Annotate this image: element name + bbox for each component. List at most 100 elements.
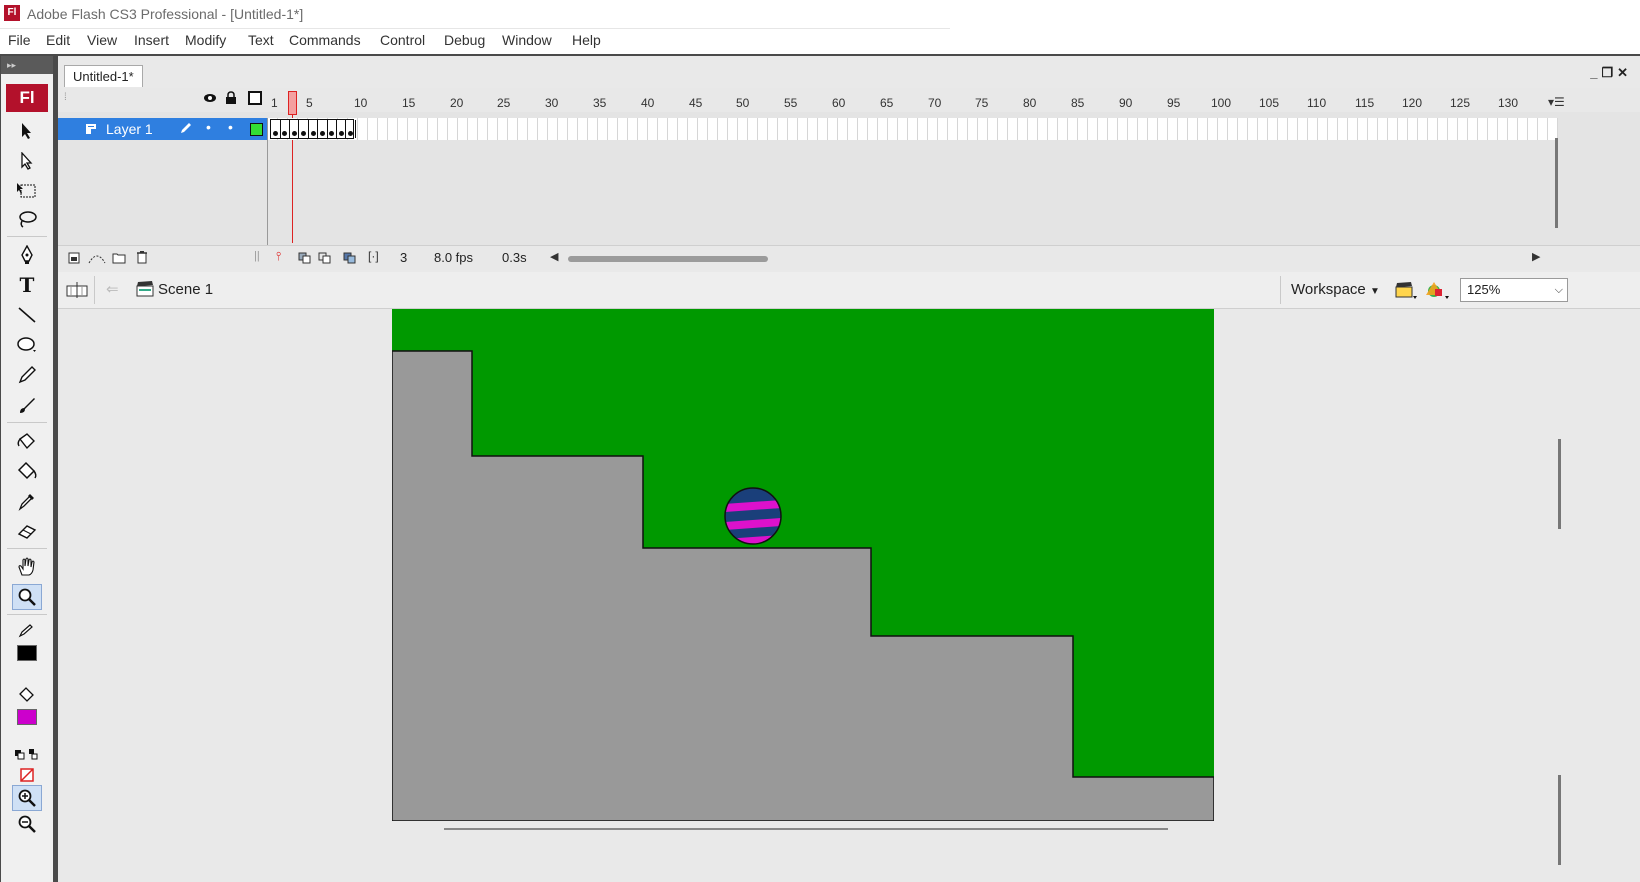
pen-tool-icon[interactable] (12, 242, 42, 268)
keyframe-dot[interactable] (348, 131, 354, 136)
delete-layer-trash-icon[interactable] (136, 250, 148, 269)
menu-text[interactable]: Text (248, 32, 274, 48)
keyframe-dot[interactable] (273, 131, 278, 136)
stroke-color-swatch[interactable] (12, 640, 42, 666)
menu-edit[interactable]: Edit (46, 32, 70, 48)
text-tool-icon[interactable]: T (12, 272, 42, 298)
lasso-tool-icon[interactable] (12, 206, 42, 232)
timeline-horizontal-scrollbar[interactable] (568, 256, 768, 262)
timeline-options-menu-icon[interactable]: ▾☰ (1548, 95, 1565, 109)
line-tool-icon[interactable] (12, 302, 42, 328)
insert-layer-folder-icon[interactable] (112, 251, 126, 269)
stage-horizontal-scrollbar[interactable] (444, 828, 1168, 830)
keyframe-dot[interactable] (282, 131, 288, 136)
keyframe-dot[interactable] (320, 131, 325, 136)
ruler-label: 120 (1402, 96, 1423, 110)
zoom-tool-icon[interactable] (12, 584, 42, 610)
scroll-right-arrow-icon[interactable]: ▶ (1532, 250, 1540, 263)
keyframe-divider (317, 120, 319, 138)
fill-color-swatch[interactable] (12, 704, 42, 730)
striped-ball[interactable] (722, 487, 784, 547)
layer-row[interactable]: Layer 1 • • (58, 118, 268, 140)
panel-collapse-grip[interactable]: ▸▸ (1, 56, 53, 74)
stage-vertical-scrollbar-thumb[interactable] (1558, 775, 1561, 865)
frame-rate-value[interactable]: 8.0 fps (434, 250, 473, 265)
timeline-toggle-icon[interactable] (66, 281, 88, 304)
stage-vertical-scrollbar[interactable] (1558, 439, 1561, 529)
insert-layer-icon[interactable] (68, 251, 80, 269)
keyframe-dot[interactable] (329, 131, 335, 136)
workspace-menu-button[interactable]: Workspace ▼ (1291, 281, 1380, 298)
keyframe-dot[interactable] (301, 131, 307, 136)
show-hide-layers-eye-icon[interactable] (203, 91, 217, 110)
menu-control[interactable]: Control (380, 32, 425, 48)
edit-symbols-icon[interactable] (1425, 279, 1451, 306)
outline-layers-icon[interactable] (248, 91, 262, 110)
lock-layers-icon[interactable] (225, 91, 237, 110)
menu-debug[interactable]: Debug (444, 32, 485, 48)
menu-view[interactable]: View (87, 32, 117, 48)
stage[interactable] (392, 309, 1214, 821)
eyedropper-tool-icon[interactable] (12, 488, 42, 514)
frames-row[interactable] (268, 118, 1558, 140)
ruler-label: 5 (306, 96, 313, 110)
selection-tool-icon[interactable] (12, 118, 42, 144)
layer-lock-dot-icon[interactable]: • (228, 119, 233, 135)
timeline-vertical-scrollbar[interactable] (1555, 138, 1558, 228)
paint-bucket-tool-icon[interactable] (12, 458, 42, 484)
layer-outline-color-swatch[interactable] (250, 123, 263, 136)
layer-name[interactable]: Layer 1 (106, 121, 153, 137)
keyframe-span[interactable] (270, 119, 356, 139)
menu-help[interactable]: Help (572, 32, 601, 48)
menu-insert[interactable]: Insert (134, 32, 169, 48)
scene-label[interactable]: Scene 1 (158, 281, 213, 298)
menu-window[interactable]: Window (502, 32, 552, 48)
keyframe-divider (354, 120, 356, 138)
timeline-ruler[interactable]: 1 5 10 15 20 25 30 35 40 45 50 55 60 65 … (268, 88, 1558, 116)
timeline-panel: ⁞ 1 5 10 15 20 25 30 35 40 45 50 55 60 6… (58, 88, 1640, 270)
ruler-label: 105 (1259, 96, 1280, 110)
subselection-tool-icon[interactable] (12, 148, 42, 174)
modify-onion-markers-icon[interactable]: [·] (368, 249, 379, 263)
free-transform-tool-icon[interactable] (12, 178, 42, 204)
oval-tool-icon[interactable] (12, 332, 42, 358)
minimize-icon[interactable]: _ (1590, 65, 1601, 80)
brush-tool-icon[interactable] (12, 392, 42, 418)
edit-scene-icon[interactable] (1394, 279, 1418, 306)
ruler-label: 100 (1211, 96, 1232, 110)
ruler-label: 20 (450, 96, 464, 110)
hand-tool-icon[interactable] (12, 554, 42, 580)
ink-bottle-tool-icon[interactable] (12, 428, 42, 454)
close-icon[interactable]: ✕ (1617, 65, 1632, 80)
timeline-grip-icon[interactable]: ⁞ (64, 92, 67, 103)
elapsed-time-value: 0.3s (502, 250, 527, 265)
playhead[interactable] (288, 91, 297, 115)
layer-visible-dot-icon[interactable]: • (206, 119, 211, 135)
back-arrow-icon[interactable]: ⇐ (106, 280, 119, 298)
scroll-left-arrow-icon[interactable]: ◀ (550, 250, 558, 263)
keyframe-dot[interactable] (338, 131, 344, 136)
menu-commands[interactable]: Commands (289, 32, 361, 48)
document-tab[interactable]: Untitled-1* (64, 65, 143, 87)
add-motion-guide-icon[interactable] (88, 251, 106, 269)
onion-skin-icon[interactable] (298, 251, 312, 269)
edit-multiple-frames-icon[interactable] (343, 251, 357, 269)
zoom-level-select[interactable]: 125% ⌵ (1460, 278, 1568, 302)
zoom-in-icon[interactable] (12, 785, 42, 811)
onion-skin-outlines-icon[interactable] (318, 251, 332, 269)
zoom-out-icon[interactable] (12, 811, 42, 837)
keyframe-dot[interactable] (291, 131, 297, 136)
ruler-label: 35 (593, 96, 607, 110)
keyframe-divider (335, 120, 337, 138)
eraser-tool-icon[interactable] (12, 518, 42, 544)
menu-file[interactable]: File (8, 32, 31, 48)
keyframe-dot[interactable] (310, 131, 316, 136)
pencil-tool-icon[interactable] (12, 362, 42, 388)
zoom-dropdown-chevron-icon[interactable]: ⌵ (1555, 279, 1563, 301)
center-frame-icon[interactable]: ⫯ (276, 249, 281, 264)
status-grip-icon: || (254, 250, 260, 262)
toolbox-divider (7, 422, 47, 423)
restore-icon[interactable]: ❐ (1601, 65, 1617, 80)
menu-modify[interactable]: Modify (185, 32, 226, 48)
stairs-ground-shape[interactable] (392, 350, 1214, 821)
